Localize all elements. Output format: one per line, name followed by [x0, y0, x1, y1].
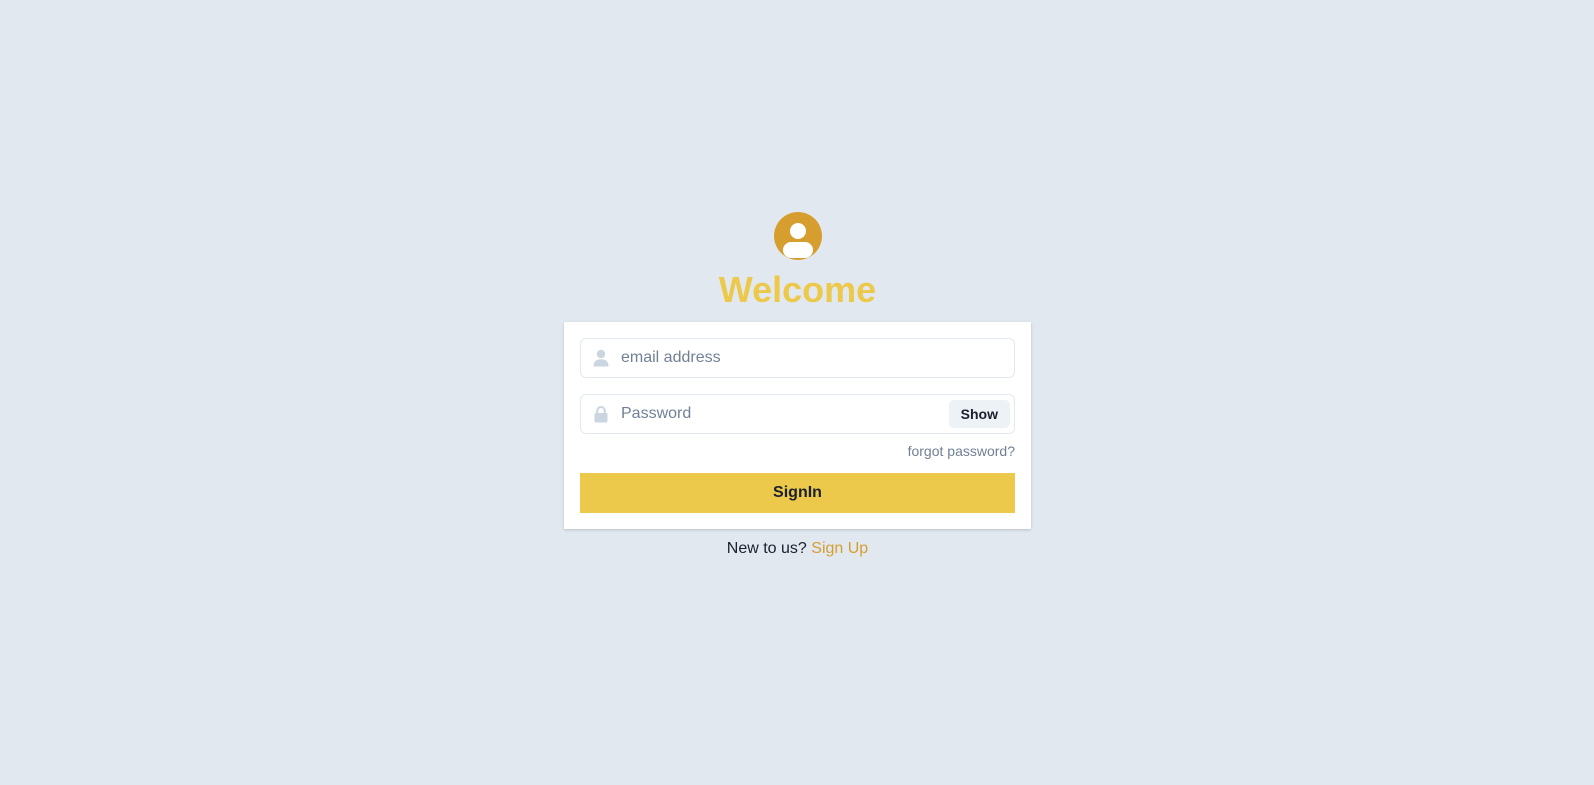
- signup-link[interactable]: Sign Up: [811, 540, 868, 557]
- lock-icon: [581, 395, 621, 433]
- password-input[interactable]: [621, 396, 949, 432]
- page-title: Welcome: [718, 269, 877, 310]
- show-password-button[interactable]: Show: [948, 400, 1010, 428]
- user-avatar-icon: [773, 212, 822, 260]
- forgot-password-row: forgot password?: [580, 443, 1015, 459]
- login-form: Show forgot password? SignIn: [564, 322, 1031, 529]
- login-page: Welcome Show: [0, 0, 1594, 785]
- login-container: Welcome Show: [564, 212, 1031, 558]
- avatar-head: [789, 223, 806, 239]
- email-input[interactable]: [621, 340, 1014, 376]
- signin-button[interactable]: SignIn: [580, 473, 1015, 513]
- user-icon: [581, 339, 621, 377]
- password-field: Show: [580, 394, 1015, 434]
- avatar-body: [782, 242, 813, 258]
- forgot-password-link[interactable]: forgot password?: [908, 443, 1015, 459]
- email-field: [580, 338, 1015, 378]
- signup-prompt-text: New to us?: [726, 540, 807, 557]
- signup-prompt: New to us? Sign Up: [727, 540, 868, 558]
